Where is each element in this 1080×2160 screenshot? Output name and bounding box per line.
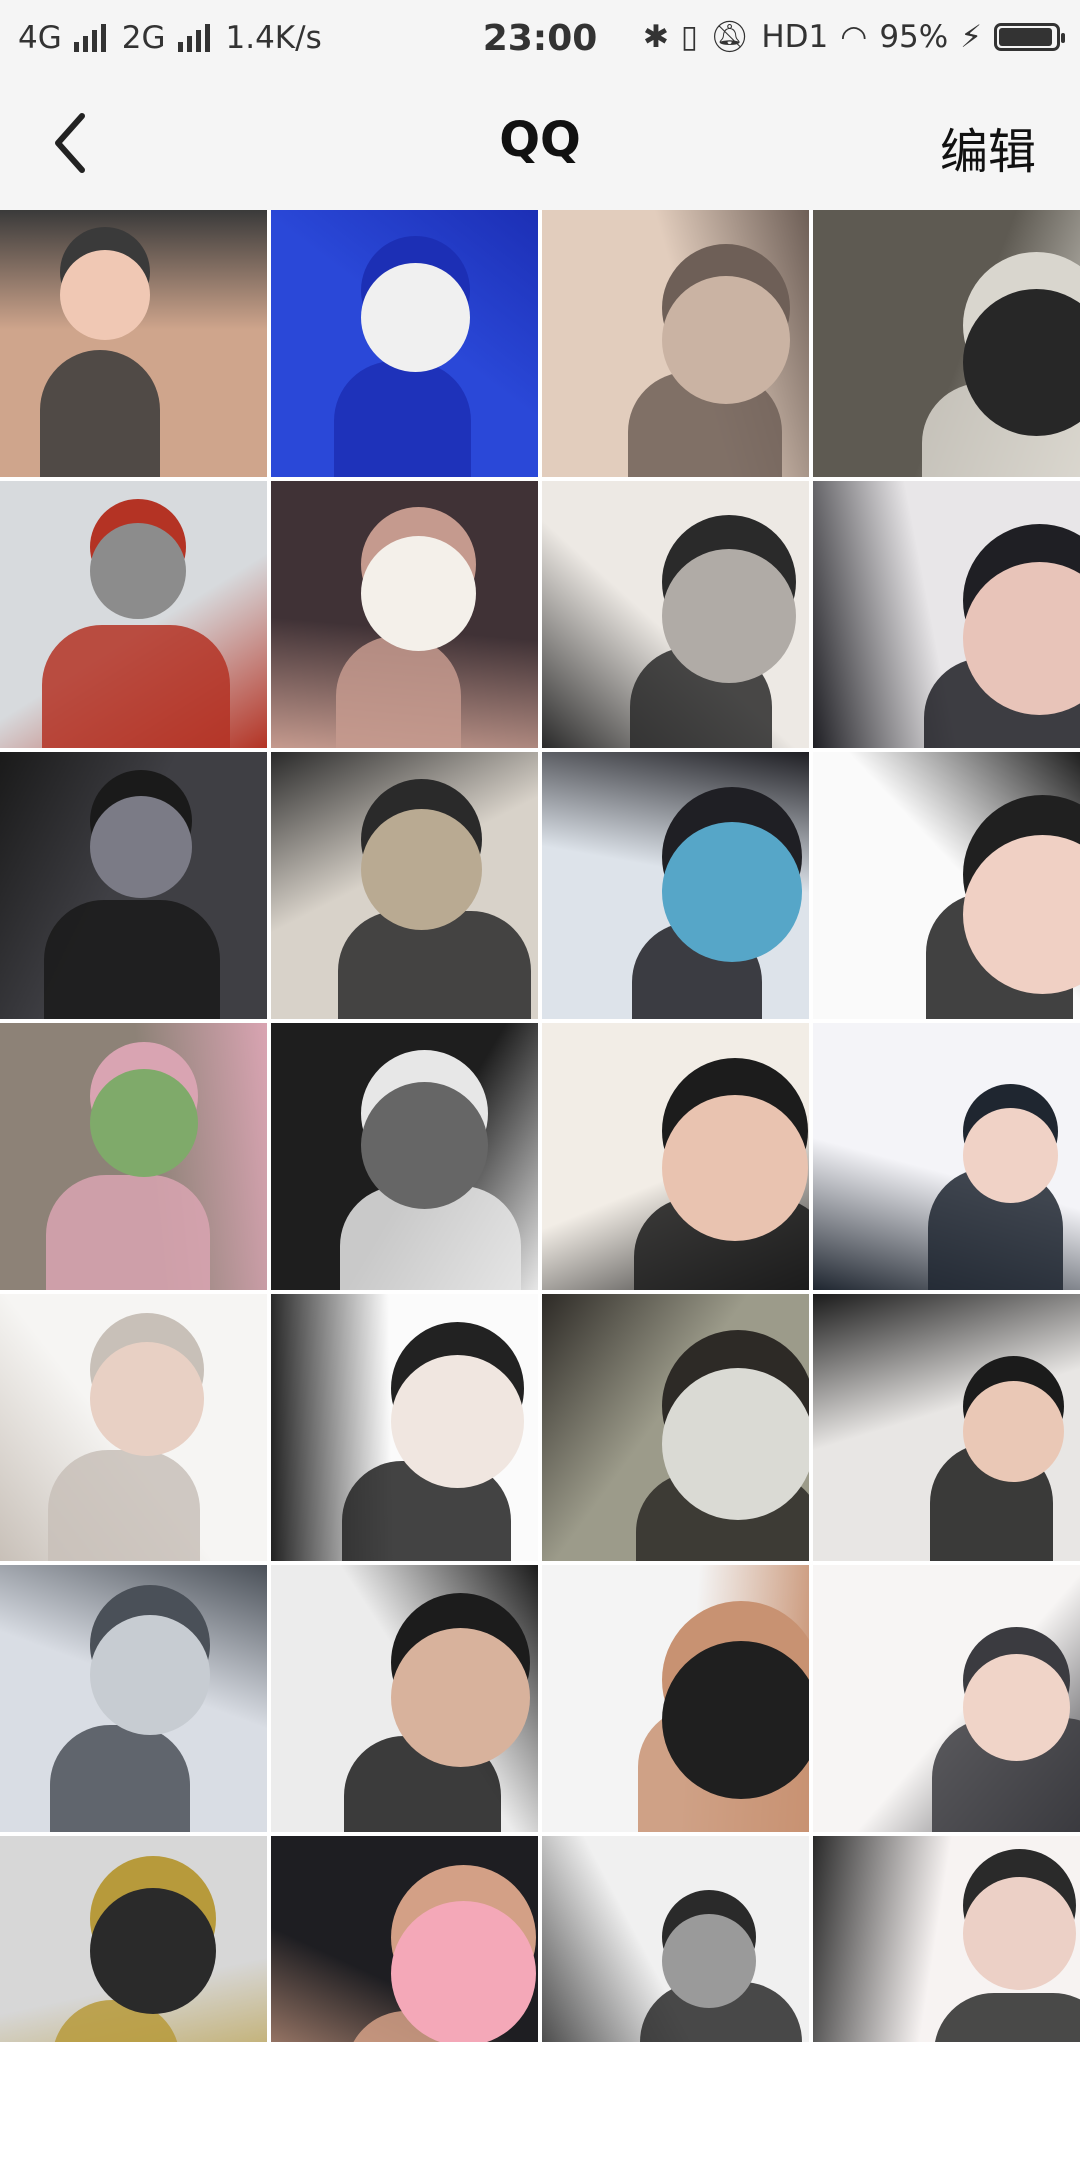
photo-subject-face — [391, 1628, 530, 1767]
photo-subject-face — [662, 276, 790, 404]
photo-subject-shape — [48, 1450, 200, 1561]
photo-thumbnail[interactable] — [271, 1294, 538, 1561]
photo-subject-face — [662, 1914, 756, 2008]
photo-subject-face — [662, 822, 802, 962]
photo-subject-face — [361, 536, 476, 651]
photo-thumbnail[interactable] — [271, 481, 538, 748]
photo-subject-face — [391, 1901, 536, 2046]
bottom-empty-area — [0, 2042, 1080, 2160]
photo-thumbnail[interactable] — [542, 1294, 809, 1561]
photo-thumbnail[interactable] — [542, 752, 809, 1019]
photo-thumbnail[interactable] — [542, 1023, 809, 1290]
photo-grid — [0, 210, 1080, 2103]
bluetooth-icon: ✱ — [642, 18, 669, 55]
photo-thumbnail[interactable] — [813, 1023, 1080, 1290]
photo-subject-face — [963, 1108, 1058, 1203]
photo-subject-shape — [334, 361, 471, 477]
battery-icon — [994, 22, 1065, 51]
photo-subject-shape — [40, 350, 160, 477]
photo-thumbnail[interactable] — [542, 1565, 809, 1832]
photo-thumbnail[interactable] — [0, 210, 267, 477]
photo-subject-face — [361, 1082, 488, 1209]
photo-subject-shape — [46, 1175, 210, 1290]
photo-subject-shape — [50, 1725, 190, 1832]
photo-thumbnail[interactable] — [813, 210, 1080, 477]
page-title: QQ — [499, 112, 581, 168]
photo-thumbnail[interactable] — [813, 1294, 1080, 1561]
photo-subject-face — [60, 250, 150, 340]
mute-icon: 🔕︎ — [709, 19, 750, 55]
photo-subject-shape — [42, 625, 230, 748]
photo-subject-face — [90, 796, 192, 898]
photo-subject-shape — [44, 900, 220, 1019]
photo-subject-face — [361, 809, 482, 930]
header: QQ 编辑 — [0, 74, 1080, 210]
photo-thumbnail[interactable] — [813, 481, 1080, 748]
photo-subject-face — [662, 1641, 809, 1799]
photo-subject-face — [963, 1381, 1064, 1482]
photo-subject-face — [963, 1877, 1076, 1990]
photo-thumbnail[interactable] — [0, 1294, 267, 1561]
photo-subject-face — [662, 1368, 809, 1520]
edit-button[interactable]: 编辑 — [940, 112, 1036, 182]
photo-thumbnail[interactable] — [0, 1565, 267, 1832]
wifi-icon: ◠ — [840, 18, 868, 55]
photo-thumbnail[interactable] — [542, 210, 809, 477]
photo-subject-face — [361, 263, 470, 372]
photo-thumbnail[interactable] — [813, 752, 1080, 1019]
charging-icon: ⚡︎ — [960, 18, 982, 55]
photo-subject-face — [391, 1355, 524, 1488]
photo-thumbnail[interactable] — [542, 481, 809, 748]
photo-thumbnail[interactable] — [271, 752, 538, 1019]
photo-subject-face — [662, 1095, 808, 1241]
photo-thumbnail[interactable] — [0, 752, 267, 1019]
battery-percent: 95% — [879, 18, 949, 55]
sim-icon: ▯ — [680, 18, 698, 55]
status-bar: 4G 2G 1.4K/s 23:00 ✱ ▯ 🔕︎ HD1 ◠ 95% ⚡︎ — [0, 0, 1080, 74]
photo-subject-face — [90, 523, 186, 619]
photo-subject-face — [963, 1654, 1070, 1761]
photo-subject-face — [662, 549, 796, 683]
photo-thumbnail[interactable] — [271, 1565, 538, 1832]
photo-thumbnail[interactable] — [271, 1023, 538, 1290]
photo-subject-face — [90, 1888, 216, 2014]
photo-subject-face — [90, 1615, 210, 1735]
photo-subject-shape — [336, 636, 461, 748]
status-right: ✱ ▯ 🔕︎ HD1 ◠ 95% ⚡︎ — [642, 18, 1065, 55]
hd-label: HD1 — [761, 18, 829, 55]
photo-subject-face — [90, 1342, 204, 1456]
photo-thumbnail[interactable] — [813, 1565, 1080, 1832]
photo-subject-face — [90, 1069, 198, 1177]
photo-thumbnail[interactable] — [0, 481, 267, 748]
photo-thumbnail[interactable] — [0, 1023, 267, 1290]
photo-thumbnail[interactable] — [271, 210, 538, 477]
